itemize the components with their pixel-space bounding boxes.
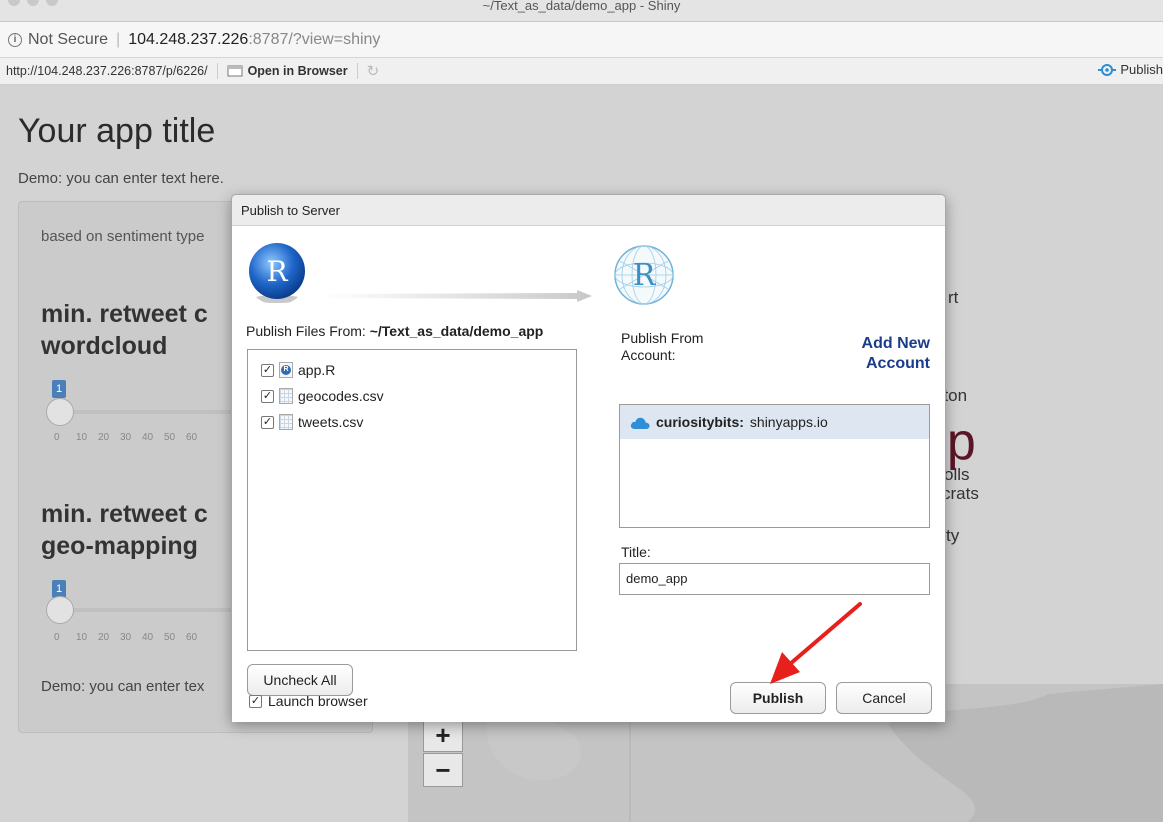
annotation-arrow [770, 602, 862, 684]
